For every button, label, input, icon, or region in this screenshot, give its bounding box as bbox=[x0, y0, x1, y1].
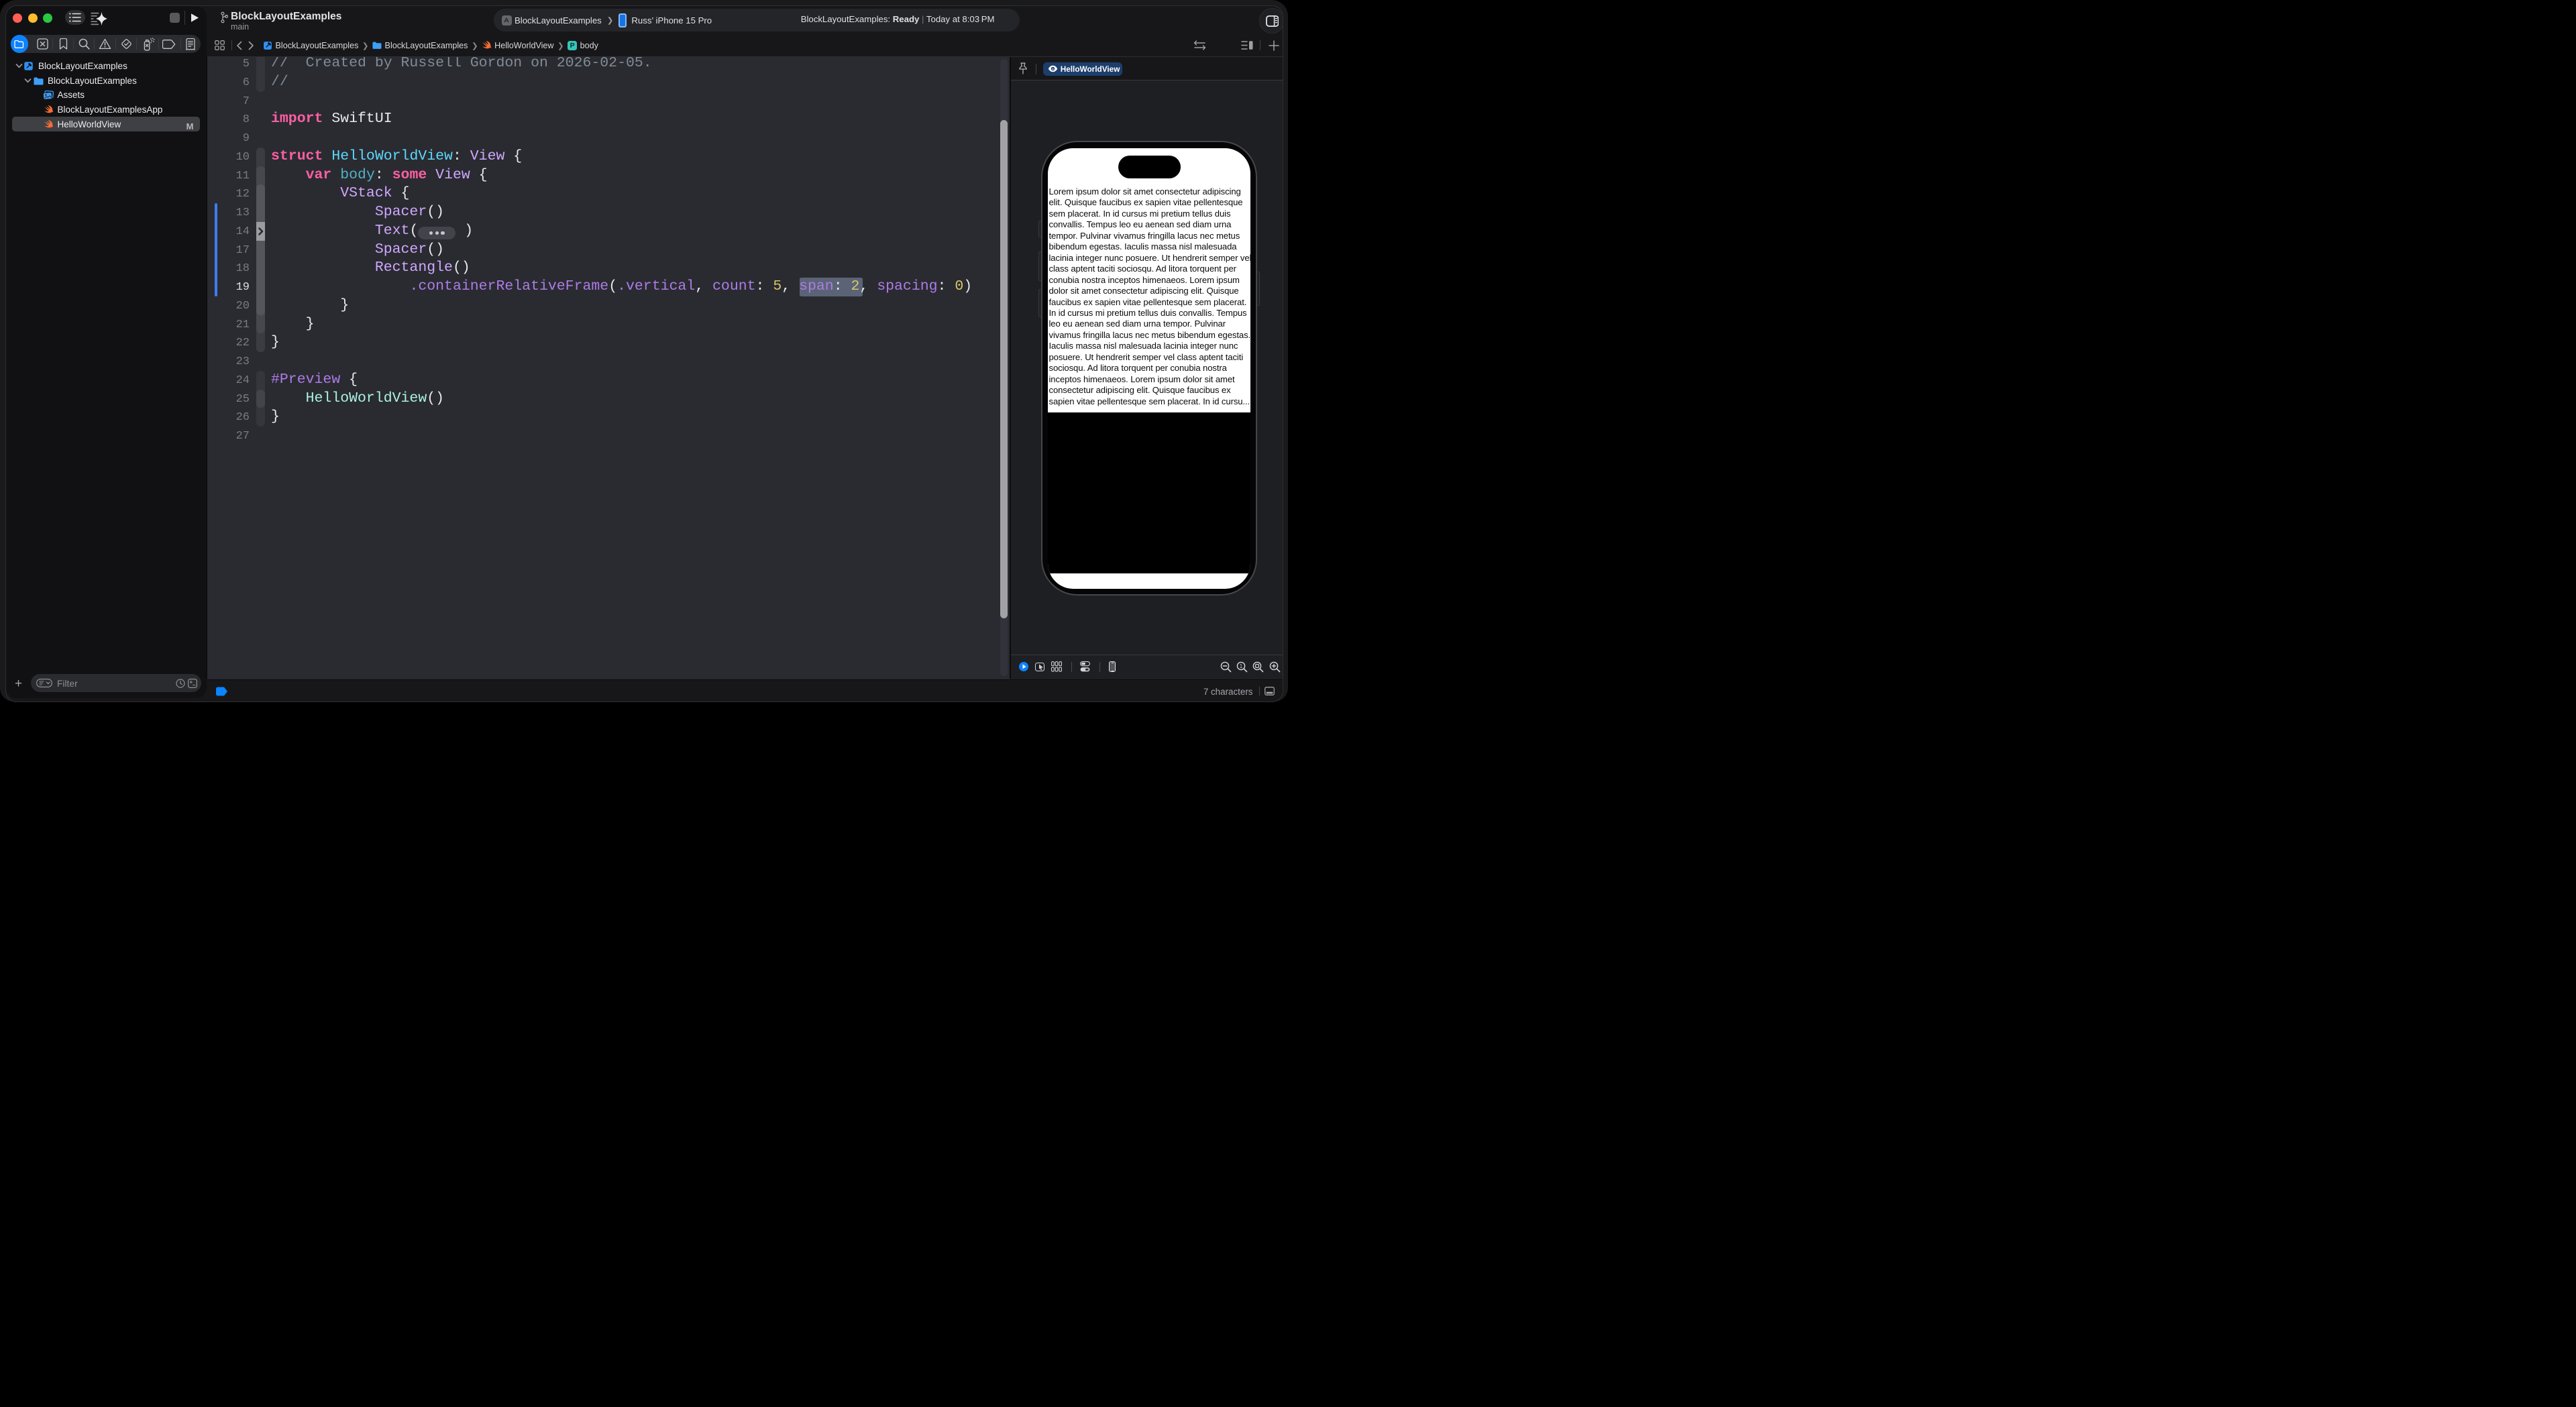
svg-text:1: 1 bbox=[1239, 663, 1242, 669]
